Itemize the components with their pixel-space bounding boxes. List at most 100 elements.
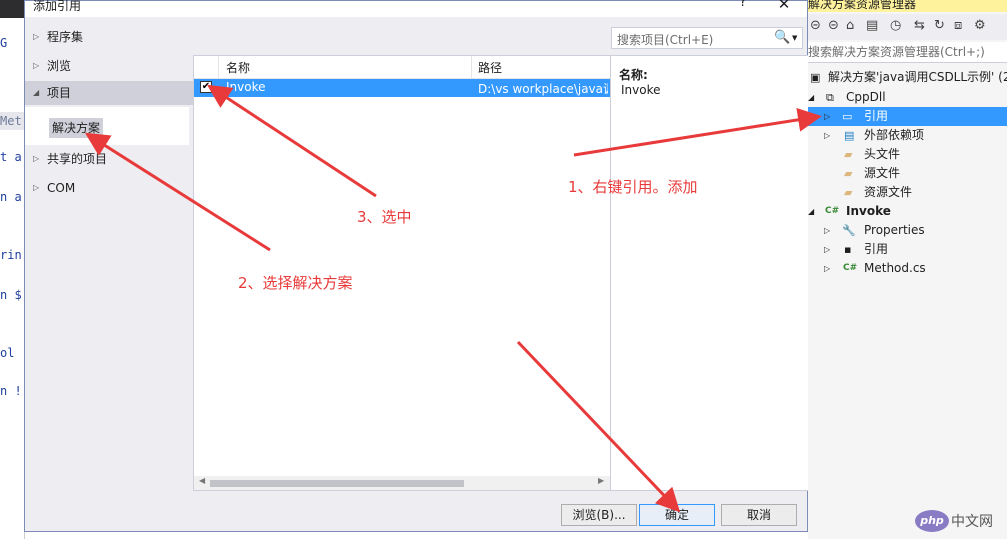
code-fragment: n a [0, 190, 22, 204]
tree-item-external-dependencies[interactable]: ▷ ▤ 外部依赖项 [808, 126, 1007, 145]
tree-item-header-files[interactable]: ▰ 头文件 [808, 145, 1007, 164]
back-icon[interactable]: ⊝ [810, 18, 821, 33]
add-reference-dialog: 添加引用 ? ✕ ▷ 程序集 ▷ 浏览 ◢ 项目 解决方案 ▷ 共享的项目 ▷ … [24, 0, 809, 532]
tree-item-cppdll-references[interactable]: ▷ ▭ 引用 [808, 107, 1007, 126]
csharp-project-icon: C# [825, 206, 840, 216]
annotation-step2: 2、选择解决方案 [238, 274, 353, 292]
nav-item-label: COM [47, 181, 76, 195]
folder-icon: ▰ [844, 167, 853, 180]
wrench-icon: 🔧 [842, 224, 856, 237]
tree-item-cppdll[interactable]: ◢ ⧉ CppDll [808, 88, 1007, 107]
solution-explorer-title: 解决方案资源管理器 [808, 0, 1007, 12]
reference-name: Invoke [226, 80, 266, 94]
expand-arrow-icon[interactable]: ▷ [824, 221, 830, 240]
nav-item-label: 项目 [47, 86, 72, 100]
nav-subitem-solution[interactable]: 解决方案 [49, 118, 104, 138]
scroll-thumb[interactable] [210, 480, 464, 487]
column-divider [471, 56, 472, 78]
nav-item-shared-projects[interactable]: ▷ 共享的项目 [25, 147, 193, 171]
solution-search-input[interactable]: 搜索解决方案资源管理器(Ctrl+;) [808, 42, 1007, 63]
tree-item-invoke-references[interactable]: ▷ ▪ 引用 [808, 240, 1007, 259]
details-label: 名称: [619, 68, 648, 82]
column-divider [218, 56, 219, 78]
close-button[interactable]: ✕ [771, 0, 797, 15]
solution-icon: ▣ [810, 71, 821, 84]
search-icon[interactable]: 🔍 [774, 30, 790, 45]
solution-explorer: 解决方案资源管理器 ⊝ ⊝ ⌂ ▤ ◷ ⇆ ↻ ⧈ ⚙ 搜索解决方案资源管理器(… [808, 0, 1007, 539]
solution-explorer-toolbar: ⊝ ⊝ ⌂ ▤ ◷ ⇆ ↻ ⧈ ⚙ [808, 14, 1007, 40]
list-header: 名称 路径 [194, 56, 610, 79]
cpp-project-icon: ⧉ [826, 91, 834, 104]
csharp-file-icon: C# [843, 263, 858, 273]
browse-button[interactable]: 浏览(B)... [561, 504, 637, 526]
home-icon[interactable]: ⌂ [846, 18, 854, 33]
tree-item-label: 外部依赖项 [864, 128, 925, 142]
collapse-arrow-icon[interactable]: ◢ [808, 202, 814, 221]
external-dependencies-icon: ▤ [844, 129, 855, 142]
tree-item-label: CppDll [846, 90, 886, 104]
expand-arrow-icon[interactable]: ▷ [824, 126, 830, 145]
tree-item-label: 头文件 [864, 147, 901, 161]
site-watermark: php 中文网 [915, 507, 1007, 537]
tree-item-source-files[interactable]: ▰ 源文件 [808, 164, 1007, 183]
sync-icon[interactable]: ⇆ [914, 18, 925, 33]
nav-item-assemblies[interactable]: ▷ 程序集 [25, 25, 193, 49]
column-header-name[interactable]: 名称 [226, 59, 250, 76]
forward-icon[interactable]: ⊝ [828, 18, 839, 33]
help-button[interactable]: ? [733, 0, 753, 15]
code-editor-strip: G Met t a n a rin n $ ol n ! [0, 0, 25, 539]
tree-item-solution[interactable]: ▣ 解决方案'java调用CSDLL示例' (2 [808, 68, 1007, 87]
tree-item-resource-files[interactable]: ▰ 资源文件 [808, 183, 1007, 202]
expand-arrow-icon[interactable]: ▷ [824, 259, 830, 278]
tree-item-properties[interactable]: ▷ 🔧 Properties [808, 221, 1007, 240]
tree-item-label: 源文件 [864, 166, 901, 180]
cancel-button[interactable]: 取消 [721, 504, 797, 526]
details-value: Invoke [621, 83, 661, 97]
scroll-right-icon[interactable]: ▶ [598, 476, 604, 485]
expand-arrow-icon[interactable]: ▷ [824, 107, 830, 126]
nav-item-com[interactable]: ▷ COM [25, 176, 193, 200]
code-fragment: rin [0, 248, 22, 262]
scroll-left-icon[interactable]: ◀ [199, 476, 205, 485]
switch-views-icon[interactable]: ▤ [866, 18, 878, 33]
search-input[interactable]: 搜索项目(Ctrl+E) 🔍 ▼ [611, 27, 803, 49]
list-item[interactable]: ✔ Invoke D:\vs workplace\java调 [194, 79, 610, 97]
collapse-icon[interactable]: ⧈ [954, 18, 962, 33]
nav-item-label: 程序集 [47, 30, 84, 44]
tree-item-label: 解决方案'java调用CSDLL示例' (2 [828, 70, 1007, 84]
collapse-arrow-icon[interactable]: ◢ [808, 88, 814, 107]
annotation-step1: 1、右键引用。添加 [568, 178, 698, 196]
php-logo: php [915, 510, 949, 532]
references-icon: ▭ [842, 110, 853, 123]
code-fragment: t a [0, 150, 22, 164]
references-icon: ▪ [844, 243, 852, 256]
details-panel: 名称: Invoke [611, 55, 809, 491]
history-icon[interactable]: ◷ [890, 18, 901, 33]
search-placeholder: 搜索项目(Ctrl+E) [617, 33, 714, 47]
column-header-path[interactable]: 路径 [478, 59, 502, 76]
horizontal-scrollbar[interactable]: ◀ ▶ [194, 476, 610, 490]
properties-icon[interactable]: ⚙ [974, 18, 986, 33]
tree-item-label: 引用 [864, 242, 889, 256]
reference-checkbox[interactable]: ✔ [200, 81, 212, 93]
code-fragment: G [0, 36, 8, 50]
annotation-step3: 3、选中 [357, 208, 412, 226]
tree-item-method-cs[interactable]: ▷ C# Method.cs [808, 259, 1007, 278]
tree-item-label: Method.cs [864, 261, 926, 275]
code-fragment-tab: Met [0, 112, 24, 130]
collapse-arrow-icon: ◢ [33, 88, 40, 97]
tree-item-label: 资源文件 [864, 185, 913, 199]
nav-item-label: 共享的项目 [47, 152, 108, 166]
watermark-text: 中文网 [951, 514, 993, 530]
expand-arrow-icon: ▷ [33, 154, 40, 163]
ok-button[interactable]: 确定 [639, 504, 715, 526]
editor-top-bar [0, 0, 24, 18]
refresh-icon[interactable]: ↻ [934, 18, 945, 33]
nav-item-projects[interactable]: ◢ 项目 [25, 81, 193, 105]
expand-arrow-icon[interactable]: ▷ [824, 240, 830, 259]
tree-item-invoke[interactable]: ◢ C# Invoke [808, 202, 1007, 221]
reference-path: D:\vs workplace\java调 [478, 82, 608, 96]
reference-category-nav: ▷ 程序集 ▷ 浏览 ◢ 项目 解决方案 ▷ 共享的项目 ▷ COM [25, 19, 193, 495]
nav-item-browse[interactable]: ▷ 浏览 [25, 54, 193, 78]
chevron-down-icon[interactable]: ▼ [792, 34, 797, 42]
